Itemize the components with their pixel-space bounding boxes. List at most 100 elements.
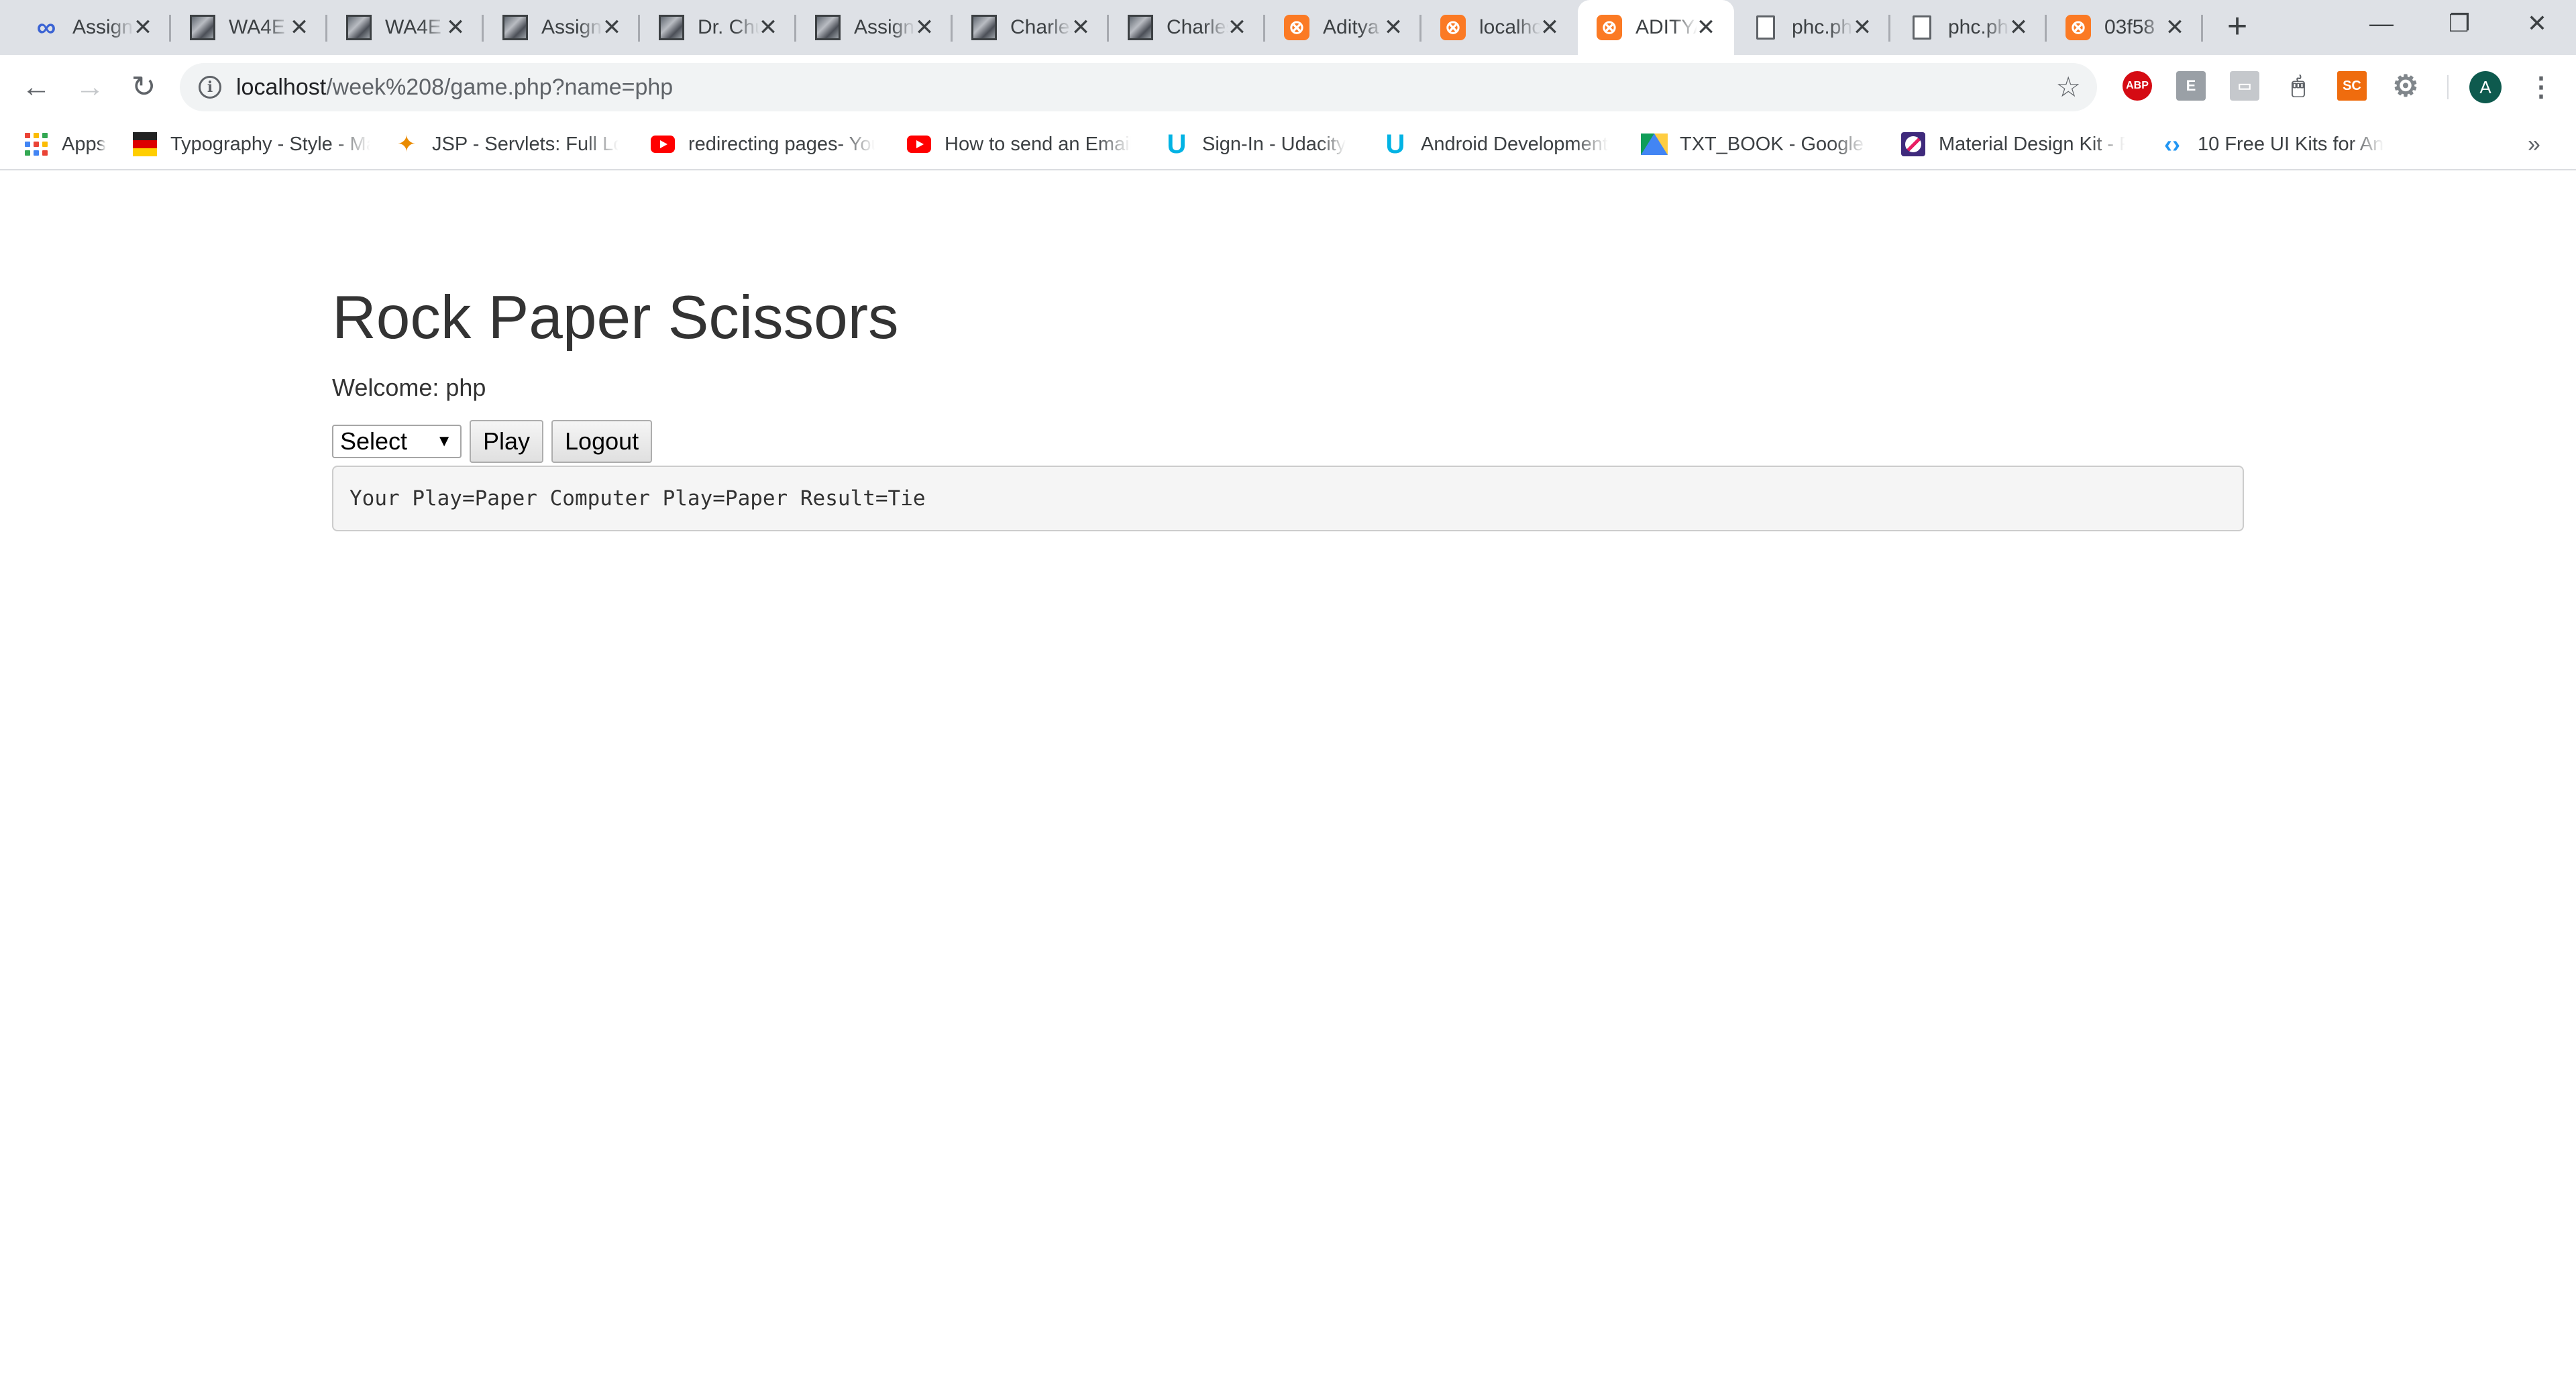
play-select[interactable]: Select ▼ bbox=[332, 425, 462, 458]
tab-close-icon[interactable]: ✕ bbox=[1539, 16, 1560, 39]
browser-tab[interactable]: ⊗ 03f58 ✕ bbox=[2047, 0, 2203, 55]
photo-icon bbox=[346, 15, 372, 40]
restore-button[interactable]: ❐ bbox=[2432, 7, 2486, 40]
tab-close-icon[interactable]: ✕ bbox=[601, 16, 623, 39]
bookmark-label: Sign-In - Udacity bbox=[1202, 133, 1346, 155]
udacity-icon: U bbox=[1385, 129, 1405, 159]
tab-close-icon[interactable]: ✕ bbox=[445, 16, 466, 39]
reload-icon[interactable]: ↻ bbox=[125, 68, 162, 106]
bookmark-star-icon[interactable]: ☆ bbox=[2055, 72, 2081, 102]
extension-box-icon[interactable]: ▭ bbox=[2230, 71, 2259, 101]
tab-close-icon[interactable]: ✕ bbox=[914, 16, 935, 39]
bookmark-item[interactable]: ✦ JSP - Servlets: Full Login bbox=[394, 119, 623, 169]
tab-title: Aditya bbox=[1323, 16, 1379, 38]
xampp-icon: ⊗ bbox=[2065, 15, 2091, 40]
browser-tab[interactable]: ⊗ ADITYA✕ bbox=[1578, 0, 1734, 55]
browser-tab[interactable]: phc.php✕ bbox=[1734, 0, 1890, 55]
browser-tab[interactable]: phc.php✕ bbox=[1890, 0, 2047, 55]
bookmark-label: redirecting pages- YouTube bbox=[688, 133, 875, 155]
tab-close-icon[interactable]: ✕ bbox=[2008, 16, 2029, 39]
bookmark-item[interactable]: redirecting pages- YouTube bbox=[651, 119, 879, 169]
browser-tab[interactable]: Charles✕ bbox=[1109, 0, 1265, 55]
tab-title: WA4E bbox=[229, 16, 285, 38]
browser-tab[interactable]: ⊗ Aditya ✕ bbox=[1265, 0, 1421, 55]
tab-title: phc.php bbox=[1948, 16, 2010, 38]
minimize-button[interactable]: — bbox=[2355, 7, 2408, 40]
photo-icon bbox=[1128, 15, 1153, 40]
tab-close-icon[interactable]: ✕ bbox=[1226, 16, 1248, 39]
url-text[interactable]: localhost/week%208/game.php?name=php bbox=[236, 74, 673, 101]
document-icon bbox=[1909, 15, 1935, 40]
bookmark-item[interactable]: TXT_BOOK - Google Drive bbox=[1641, 119, 1870, 169]
bookmark-item[interactable]: ‹› 10 Free UI Kits for Android bbox=[2160, 119, 2388, 169]
browser-toolbar: ← → ↻ i localhost/week%208/game.php?name… bbox=[0, 55, 2576, 119]
tab-title: Charles bbox=[1167, 16, 1228, 38]
tab-close-icon[interactable]: ✕ bbox=[757, 16, 779, 39]
xampp-icon: ⊗ bbox=[1284, 15, 1309, 40]
dropdown-arrow-icon: ▼ bbox=[436, 432, 452, 450]
apps-grid-icon bbox=[24, 132, 48, 156]
bookmark-item[interactable]: Apps bbox=[24, 119, 111, 169]
play-select-value: Select bbox=[340, 427, 408, 455]
browser-tab[interactable]: Assignments✕ bbox=[484, 0, 640, 55]
browser-tab[interactable]: Dr. Chuck✕ bbox=[640, 0, 796, 55]
bookmark-label: How to send an Email bbox=[945, 133, 1131, 155]
window-close-button[interactable]: ✕ bbox=[2510, 7, 2564, 40]
site-info-icon[interactable]: i bbox=[199, 76, 221, 99]
tab-close-icon[interactable]: ✕ bbox=[2164, 16, 2186, 39]
extension-e-icon[interactable]: E bbox=[2176, 71, 2206, 101]
tab-close-icon[interactable]: ✕ bbox=[1695, 16, 1717, 39]
mouse-icon[interactable]: 🖱 bbox=[2284, 71, 2313, 101]
address-bar[interactable]: i localhost/week%208/game.php?name=php ☆ bbox=[180, 63, 2097, 111]
browser-tab[interactable]: ∞ Assignments✕ bbox=[15, 0, 171, 55]
tab-separator bbox=[2201, 15, 2203, 42]
xampp-icon: ⊗ bbox=[1440, 15, 1466, 40]
photo-icon bbox=[190, 15, 215, 40]
tab-title: phc.php bbox=[1792, 16, 1854, 38]
back-arrow-icon[interactable]: ← bbox=[17, 68, 55, 106]
bookmark-label: JSP - Servlets: Full Login bbox=[432, 133, 619, 155]
bookmark-label: TXT_BOOK - Google Drive bbox=[1680, 133, 1866, 155]
logout-button[interactable]: Logout bbox=[551, 420, 653, 463]
browser-tab[interactable]: Assignments✕ bbox=[796, 0, 953, 55]
sc-extension-icon[interactable]: SC bbox=[2337, 71, 2367, 101]
bookmark-item[interactable]: Material Design Kit - Figma bbox=[1901, 119, 2129, 169]
browser-tab[interactable]: WA4E ✕ bbox=[327, 0, 484, 55]
tab-close-icon[interactable]: ✕ bbox=[1383, 16, 1404, 39]
tab-close-icon[interactable]: ✕ bbox=[1851, 16, 1873, 39]
tab-title: Assignments bbox=[72, 16, 134, 38]
bookmark-item[interactable]: U Sign-In - Udacity bbox=[1165, 119, 1366, 169]
bookmark-item[interactable]: U Android Development bbox=[1383, 119, 1625, 169]
bookmark-item[interactable]: How to send an Email bbox=[907, 119, 1135, 169]
new-tab-button[interactable]: + bbox=[2220, 9, 2254, 44]
browser-tab[interactable]: Charles✕ bbox=[953, 0, 1109, 55]
material-kit-icon bbox=[1901, 132, 1925, 156]
adblock-plus-icon[interactable]: ABP bbox=[2123, 71, 2152, 101]
play-button[interactable]: Play bbox=[470, 420, 544, 463]
udacity-icon: U bbox=[1167, 129, 1187, 159]
forward-arrow-icon[interactable]: → bbox=[71, 68, 109, 106]
bookmark-label: Android Development bbox=[1421, 133, 1608, 155]
tab-close-icon[interactable]: ✕ bbox=[1070, 16, 1091, 39]
page-title: Rock Paper Scissors bbox=[332, 284, 899, 352]
bookmarks-bar: Apps Typography - Style - Material Design… bbox=[0, 119, 2576, 170]
profile-avatar[interactable]: A bbox=[2469, 71, 2502, 103]
welcome-text: Welcome: php bbox=[332, 374, 486, 401]
toolbar-divider bbox=[2447, 75, 2449, 99]
tab-title: Assignments bbox=[854, 16, 916, 38]
tab-close-icon[interactable]: ✕ bbox=[132, 16, 154, 39]
tab-title: ADITYA bbox=[1635, 16, 1697, 38]
tab-close-icon[interactable]: ✕ bbox=[288, 16, 310, 39]
bookmarks-overflow-icon[interactable]: » bbox=[2528, 119, 2540, 169]
browser-tab[interactable]: WA4E ✕ bbox=[171, 0, 327, 55]
bookmark-item[interactable]: Typography - Style - Material Design bbox=[133, 119, 374, 169]
result-output: Your Play=Paper Computer Play=Paper Resu… bbox=[332, 466, 2244, 531]
ui-kit-icon: ‹› bbox=[2164, 130, 2180, 158]
xampp-icon: ⊗ bbox=[1597, 15, 1622, 40]
bookmark-label: Typography - Style - Material Design bbox=[170, 133, 370, 155]
url-host: localhost bbox=[236, 74, 327, 100]
tab-title: Assignments bbox=[541, 16, 603, 38]
browser-tab[interactable]: ⊗ localhost✕ bbox=[1421, 0, 1578, 55]
gear-extension-icon[interactable]: ⚙ bbox=[2391, 70, 2420, 103]
browser-menu-icon[interactable]: ⋮ bbox=[2528, 68, 2555, 106]
